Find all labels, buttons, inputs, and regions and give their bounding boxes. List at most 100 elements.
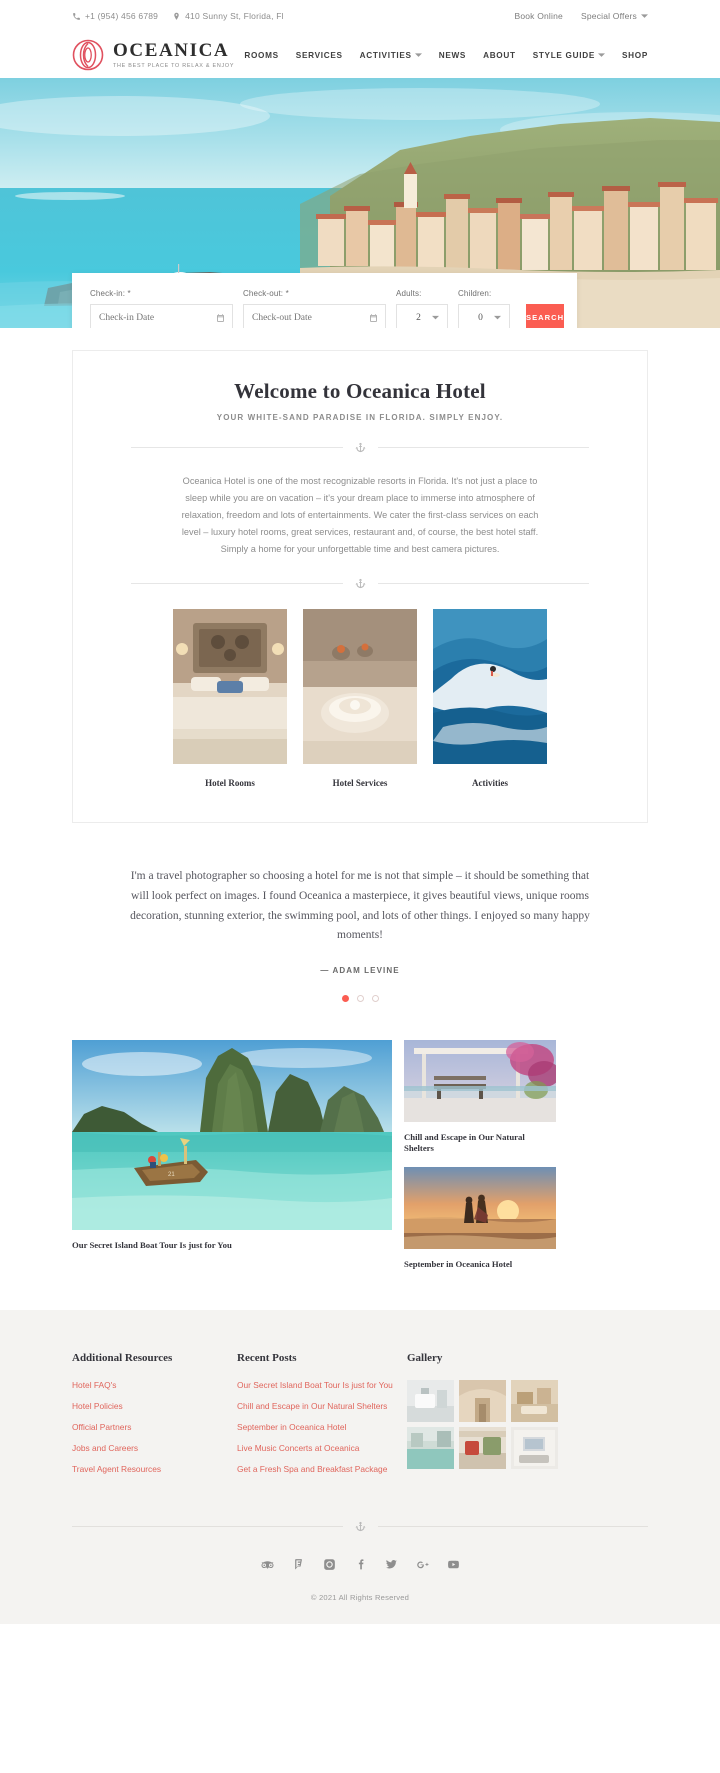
footer-heading-recent-posts: Recent Posts xyxy=(237,1352,297,1365)
gallery-thumb-1[interactable] xyxy=(407,1380,454,1423)
gallery-thumb-6[interactable] xyxy=(511,1427,558,1470)
slider-dot-1[interactable] xyxy=(341,995,349,1003)
footer-post-link-5[interactable]: Get a Fresh Spa and Breakfast Package xyxy=(237,1464,407,1474)
facebook-icon[interactable] xyxy=(354,1558,367,1571)
gallery-grid xyxy=(407,1380,648,1470)
welcome-subtitle: YOUR WHITE-SAND PARADISE IN FLORIDA. SIM… xyxy=(216,413,504,422)
side-post-2[interactable]: September in Oceanica Hotel xyxy=(404,1166,556,1270)
site-header: OCEANICA THE BEST PLACE TO RELAX & ENJOY… xyxy=(0,32,720,78)
checkout-required-mark: * xyxy=(285,289,289,298)
twitter-icon[interactable] xyxy=(385,1558,398,1571)
nav-label: SERVICES xyxy=(295,50,343,60)
feature-card-image xyxy=(173,609,287,765)
slider-dot-2[interactable] xyxy=(356,995,364,1003)
nav-item-news[interactable]: NEWS xyxy=(439,51,466,60)
nav-item-rooms[interactable]: ROOMS xyxy=(244,51,278,60)
copyright-text: © 2021 All Rights Reserved xyxy=(310,1593,410,1603)
featured-post-image: 21 xyxy=(72,1040,392,1231)
phone-icon xyxy=(73,12,80,20)
footer-link-jobs[interactable]: Jobs and Careers xyxy=(72,1443,237,1453)
gallery-thumb-4[interactable] xyxy=(407,1427,454,1470)
special-offers-menu[interactable]: Special Offers xyxy=(581,11,648,21)
checkout-label: Check-out: * xyxy=(243,289,386,298)
footer-post-link-3[interactable]: September in Oceanica Hotel xyxy=(237,1422,407,1432)
divider-line xyxy=(131,447,343,448)
address-text: 410 Sunny St, Florida, Fl xyxy=(185,11,284,21)
social-links xyxy=(72,1532,648,1593)
page-title: Welcome to Oceanica Hotel xyxy=(234,379,486,403)
side-post-title: September in Oceanica Hotel xyxy=(404,1258,513,1269)
feature-card-title: Activities xyxy=(472,778,508,789)
september-sunset-image xyxy=(404,1166,556,1249)
foursquare-icon[interactable] xyxy=(292,1558,305,1571)
nav-item-services[interactable]: SERVICES xyxy=(296,51,343,60)
instagram-icon[interactable] xyxy=(323,1558,336,1571)
feature-card-rooms[interactable]: Hotel Rooms xyxy=(173,609,287,788)
footer-link-faq[interactable]: Hotel FAQ's xyxy=(72,1380,237,1390)
side-post-1[interactable]: Chill and Escape in Our Natural Shelters xyxy=(404,1040,556,1155)
checkout-field-group: Check-out: * xyxy=(243,289,386,328)
google-plus-icon[interactable] xyxy=(416,1558,429,1571)
youtube-icon[interactable] xyxy=(447,1558,460,1571)
search-button[interactable]: SEARCH xyxy=(526,304,565,328)
footer-link-policies[interactable]: Hotel Policies xyxy=(72,1401,237,1411)
footer-link-partners[interactable]: Official Partners xyxy=(72,1422,237,1432)
gallery-image-suite xyxy=(511,1380,558,1423)
divider-line xyxy=(131,583,343,585)
featured-post-title: Our Secret Island Boat Tour Is just for … xyxy=(72,1240,232,1251)
natural-shelters-image xyxy=(404,1040,556,1123)
phone-item[interactable]: +1 (954) 456 6789 xyxy=(72,11,158,21)
feature-card-services[interactable]: Hotel Services xyxy=(303,609,417,788)
checkout-date-input[interactable] xyxy=(252,312,369,323)
brand-name: OCEANICA xyxy=(113,40,230,62)
nav-item-activities[interactable]: ACTIVITIES xyxy=(360,51,422,60)
checkout-input-box[interactable] xyxy=(243,304,386,328)
gallery-thumb-2[interactable] xyxy=(459,1380,506,1423)
adults-field-group: Adults: 2 xyxy=(396,289,448,328)
nav-label: ABOUT xyxy=(483,50,516,60)
divider-line xyxy=(377,1526,648,1528)
brand-logo[interactable]: OCEANICA THE BEST PLACE TO RELAX & ENJOY xyxy=(72,39,234,71)
footer-post-link-4[interactable]: Live Music Concerts at Oceanica xyxy=(237,1443,407,1453)
address-item[interactable]: 410 Sunny St, Florida, Fl xyxy=(172,11,284,21)
nav-item-about[interactable]: ABOUT xyxy=(483,51,516,60)
nav-item-style-guide[interactable]: STYLE GUIDE xyxy=(533,51,605,60)
adults-select[interactable]: 2 xyxy=(396,304,448,328)
footer-post-link-2[interactable]: Chill and Escape in Our Natural Shelters xyxy=(237,1401,407,1411)
checkin-field-group: Check-in: * xyxy=(90,289,233,328)
feature-card-title: Hotel Rooms xyxy=(205,778,255,789)
calendar-icon xyxy=(370,313,377,322)
chevron-down-icon xyxy=(432,315,439,319)
adults-value: 2 xyxy=(416,312,421,323)
checkout-label-text: Check-out: xyxy=(243,289,284,298)
hotel-room-image xyxy=(173,609,287,765)
book-online-link[interactable]: Book Online xyxy=(514,11,563,21)
divider-line xyxy=(72,1526,343,1528)
side-post-title: Chill and Escape in Our Natural Shelters xyxy=(404,1132,525,1154)
side-post-image xyxy=(404,1166,556,1249)
gallery-thumb-5[interactable] xyxy=(459,1427,506,1470)
nav-label: ACTIVITIES xyxy=(359,50,412,60)
featured-post[interactable]: 21 Our Secret Island Boat Tour Is just f… xyxy=(72,1040,392,1270)
feature-card-activities[interactable]: Activities xyxy=(433,609,547,788)
top-bar: +1 (954) 456 6789 410 Sunny St, Florida,… xyxy=(0,0,720,32)
nav-item-shop[interactable]: SHOP xyxy=(622,51,648,60)
footer-post-link-1[interactable]: Our Secret Island Boat Tour Is just for … xyxy=(237,1380,407,1390)
nav-label: SHOP xyxy=(621,50,648,60)
chevron-down-icon xyxy=(494,315,501,319)
page-root: +1 (954) 456 6789 410 Sunny St, Florida,… xyxy=(0,0,720,1625)
checkin-input-box[interactable] xyxy=(90,304,233,328)
gallery-thumb-3[interactable] xyxy=(511,1380,558,1423)
footer-link-travel-agent[interactable]: Travel Agent Resources xyxy=(72,1464,237,1474)
footer-divider xyxy=(72,1521,648,1532)
tripadvisor-icon[interactable] xyxy=(260,1558,274,1571)
gallery-image-bathroom xyxy=(407,1380,454,1423)
hero-banner: Check-in: * Check-out: * xyxy=(0,78,720,328)
slider-dot-3[interactable] xyxy=(371,995,379,1003)
oceanica-logo-icon xyxy=(72,39,104,71)
checkin-label: Check-in: * xyxy=(90,289,233,298)
footer-column-gallery: Gallery xyxy=(407,1352,648,1485)
checkin-date-input[interactable] xyxy=(99,312,216,323)
children-select[interactable]: 0 xyxy=(458,304,510,328)
top-bar-contact: +1 (954) 456 6789 410 Sunny St, Florida,… xyxy=(72,11,284,21)
